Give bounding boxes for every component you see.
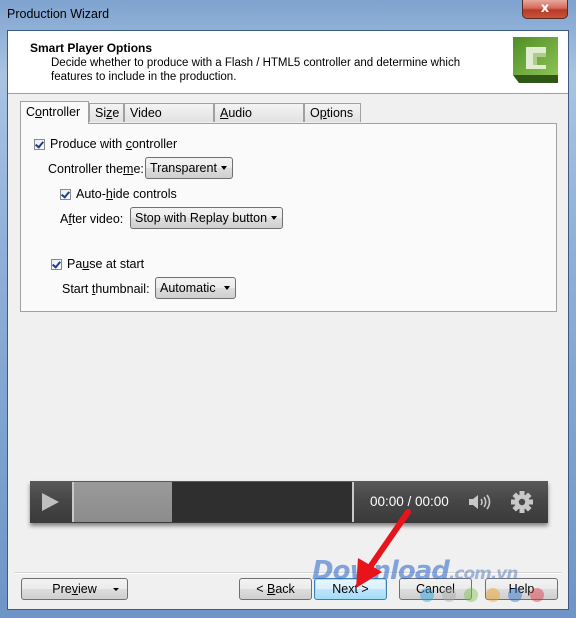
help-button[interactable]: Help	[485, 578, 558, 600]
production-wizard-window: Production Wizard x Smart Player Options…	[0, 0, 576, 618]
label-text: ter video:	[71, 212, 124, 226]
checkbox-label: ontroller	[131, 137, 178, 151]
back-button[interactable]: < Back	[239, 578, 312, 600]
cancel-button[interactable]: Cancel	[399, 578, 472, 600]
start-thumbnail-dropdown[interactable]: Automatic	[155, 277, 236, 299]
volume-icon[interactable]	[467, 493, 497, 511]
tab-label: Video	[130, 106, 162, 120]
checkbox-checked-icon[interactable]	[60, 189, 71, 200]
chevron-down-icon	[113, 588, 119, 591]
seek-bar[interactable]	[72, 482, 354, 522]
dropdown-value: Stop with Replay button	[135, 211, 268, 225]
dropdown-value: Automatic	[160, 281, 216, 295]
label-text: Controller the	[48, 162, 124, 176]
seek-bar-end	[352, 482, 354, 522]
button-label: Pre	[52, 582, 72, 596]
label-text: e:	[133, 162, 144, 176]
close-icon: x	[540, 1, 550, 16]
checkbox-checked-icon[interactable]	[34, 139, 45, 150]
tab-label-accel: o	[35, 105, 42, 119]
chevron-down-icon	[221, 166, 227, 170]
preview-button[interactable]: Preview	[21, 578, 128, 600]
after-video-dropdown[interactable]: Stop with Replay button	[130, 207, 283, 229]
footer-divider	[14, 572, 562, 574]
tab-label: e	[112, 106, 120, 120]
close-button[interactable]: x	[522, 0, 568, 19]
label-text: humbnail:	[95, 282, 150, 296]
next-button[interactable]: Next >	[314, 578, 387, 600]
tab-label: ntroller	[41, 105, 81, 119]
start-thumbnail-label: Start thumbnail:	[62, 282, 150, 296]
tab-label: Si	[95, 106, 107, 120]
camtasia-logo-icon	[513, 37, 558, 83]
tab-label: C	[26, 105, 36, 119]
wizard-client-area: Smart Player Options Decide whether to p…	[7, 30, 569, 610]
tab-audio-settings[interactable]: Audio settings	[214, 103, 304, 139]
window-title: Production Wizard	[7, 7, 110, 21]
tab-video-settings[interactable]: Video settings	[124, 103, 214, 139]
controller-theme-label: Controller theme:	[48, 162, 144, 176]
dropdown-value: Transparent	[150, 161, 217, 175]
page-title: Smart Player Options	[30, 41, 153, 55]
tab-label-accel: p	[319, 106, 327, 120]
button-label: <	[256, 582, 267, 596]
pause-at-start-checkbox[interactable]: Pause at start	[51, 257, 144, 271]
checkbox-label: Auto-	[76, 187, 106, 201]
checkbox-label: Produce with	[50, 137, 126, 151]
tab-size[interactable]: Size	[89, 103, 124, 122]
tab-label: tions	[326, 106, 354, 120]
label-accel: m	[123, 162, 134, 176]
checkbox-label: ide controls	[112, 187, 177, 201]
tab-label: O	[310, 106, 320, 120]
checkbox-label-accel: h	[105, 187, 113, 201]
title-bar[interactable]: Production Wizard x	[0, 0, 576, 30]
produce-with-controller-checkbox[interactable]: Produce with controller	[34, 137, 177, 151]
chevron-down-icon	[271, 216, 277, 220]
after-video-label: After video:	[60, 212, 123, 226]
label-text: Start	[62, 282, 92, 296]
checkbox-label: Pa	[67, 257, 83, 271]
gear-icon[interactable]	[511, 491, 533, 513]
controller-tab-panel: Produce with controller Controller theme…	[20, 123, 557, 312]
button-label: iew	[77, 582, 97, 596]
seek-bar-buffered	[74, 482, 172, 522]
checkbox-checked-icon[interactable]	[51, 259, 62, 270]
time-readout: 00:00 / 00:00	[370, 494, 449, 509]
tab-controller[interactable]: Controller	[20, 101, 89, 124]
tab-options[interactable]: Options	[304, 103, 361, 122]
chevron-down-icon	[224, 286, 230, 290]
page-description: Decide whether to produce with a Flash /…	[51, 57, 461, 83]
wizard-header: Smart Player Options Decide whether to p…	[8, 31, 568, 94]
play-icon[interactable]	[42, 493, 59, 511]
auto-hide-controls-checkbox[interactable]: Auto-hide controls	[60, 187, 177, 201]
controller-theme-dropdown[interactable]: Transparent	[145, 157, 233, 179]
checkbox-label: se at start	[89, 257, 145, 271]
button-label: ack	[275, 582, 295, 596]
smart-player-preview: 00:00 / 00:00	[30, 481, 548, 523]
